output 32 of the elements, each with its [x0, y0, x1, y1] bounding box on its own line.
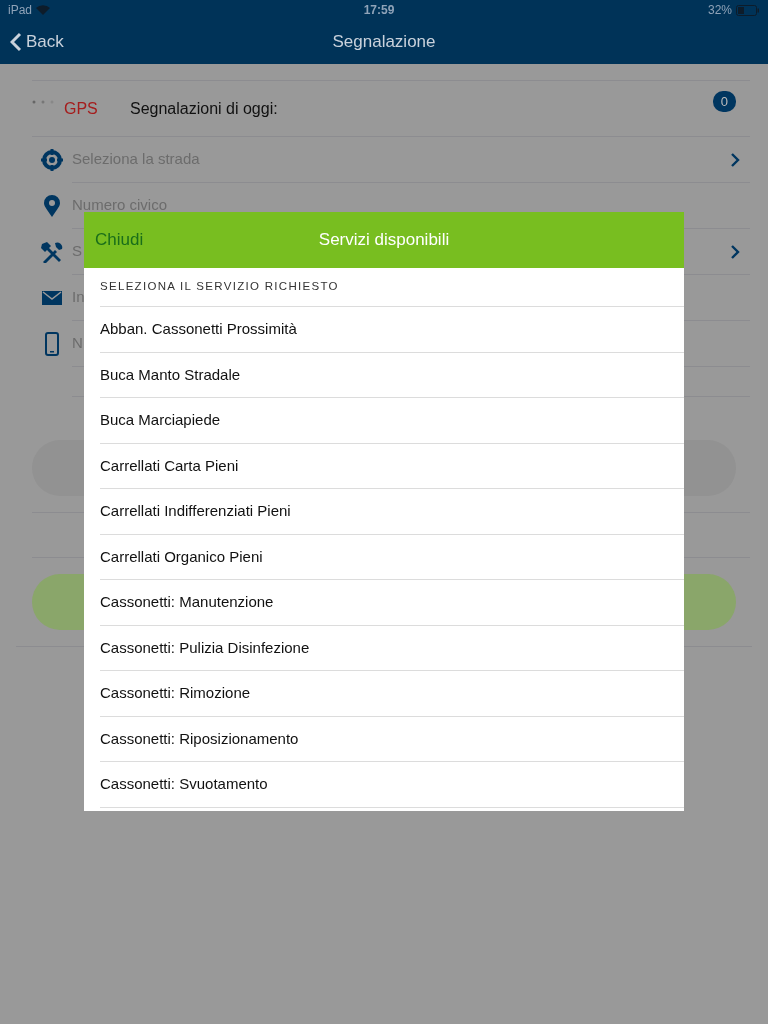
service-list-item[interactable]: Carrellati Organico Pieni	[100, 534, 684, 580]
status-time: 17:59	[363, 2, 395, 19]
service-list-item[interactable]: Buca Manto Stradale	[100, 352, 684, 398]
back-chevron-icon	[10, 32, 22, 52]
wifi-icon	[36, 5, 51, 15]
count-badge: 0	[712, 90, 736, 113]
service-list-item[interactable]: Cassonetti: Pulizia Disinfezione	[100, 625, 684, 671]
service-list-item[interactable]: Buca Marciapiede	[100, 398, 684, 444]
section-header: SELEZIONA IL SERVIZIO RICHIESTO	[100, 279, 339, 295]
service-list-item[interactable]: Abban. Cassonetti Prossimità	[100, 307, 684, 353]
battery-level: 32%	[707, 2, 732, 19]
device-name: iPad	[8, 2, 33, 19]
crosshair-icon	[41, 149, 63, 171]
loading-dots-icon	[32, 99, 56, 104]
back-button[interactable]: Back	[10, 29, 64, 55]
gps-status: GPS	[64, 98, 99, 119]
battery-icon	[736, 4, 760, 16]
counter-label: Segnalazioni di oggi:	[130, 98, 279, 119]
tools-icon	[40, 241, 64, 263]
service-list-item[interactable]: Carrellati Carta Pieni	[100, 443, 684, 489]
chevron-right-icon	[730, 243, 740, 260]
service-list-item[interactable]: Cassonetti: Svuotamento	[100, 762, 684, 808]
modal-title: Servizi disponibili	[318, 229, 450, 252]
chevron-right-icon	[730, 151, 740, 168]
screen-title: Segnalazione	[332, 31, 436, 54]
envelope-icon	[42, 291, 62, 305]
service-list-item[interactable]: Cassonetti: Riposizionamento	[100, 716, 684, 762]
map-pin-icon	[44, 195, 60, 217]
service-list-item[interactable]: Cassonetti: Manutenzione	[100, 580, 684, 626]
service-list-item[interactable]: Carrellati Indifferenziati Pieni	[100, 489, 684, 535]
phone-icon	[45, 332, 59, 356]
service-list-item[interactable]: Cassonetti: Rimozione	[100, 671, 684, 717]
